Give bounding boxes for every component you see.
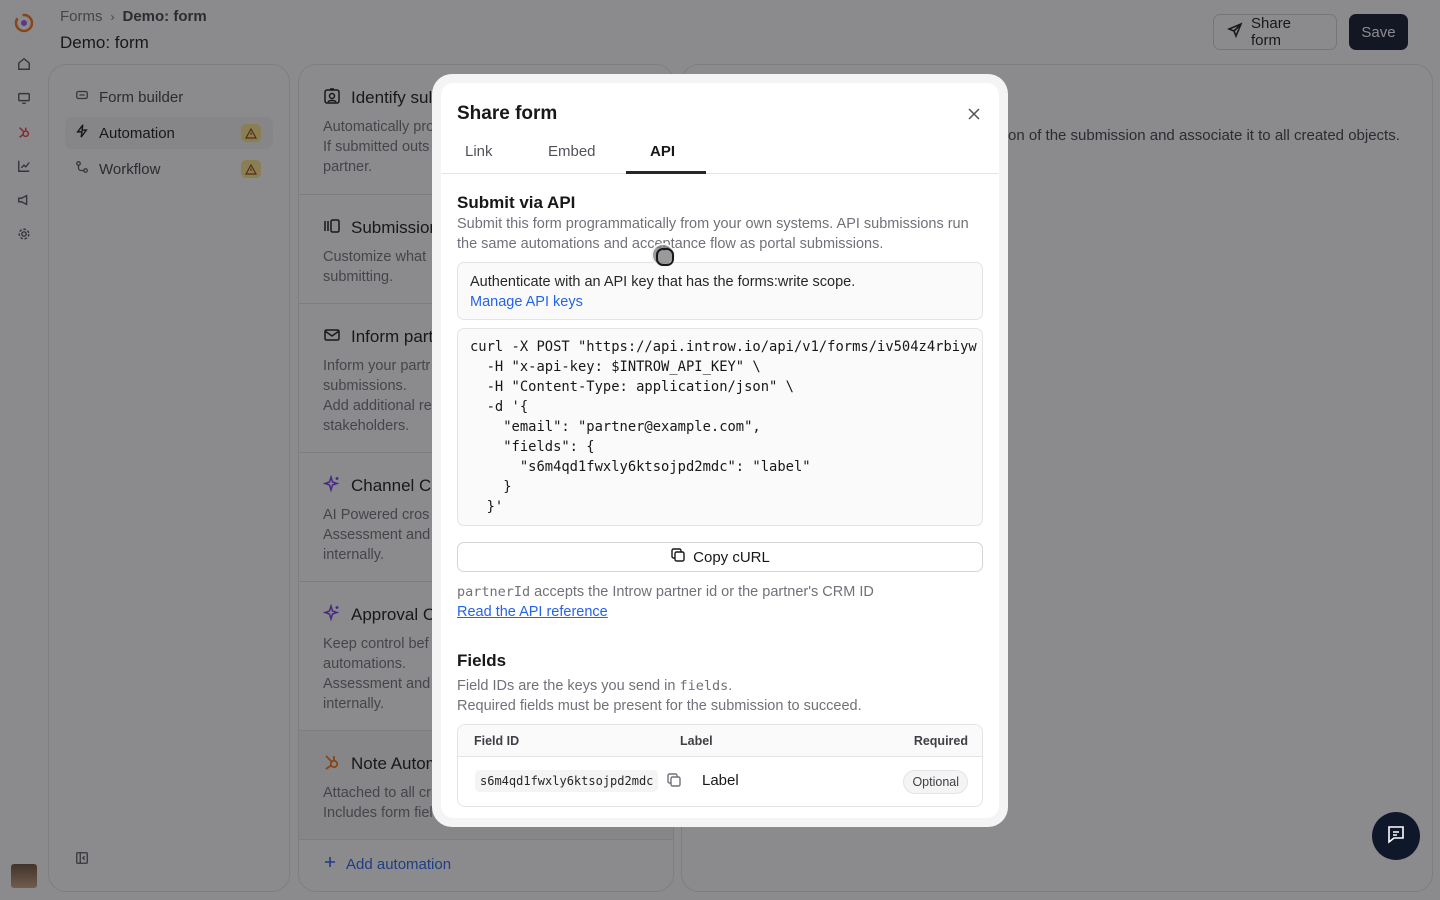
copy-icon[interactable] (666, 772, 682, 793)
curl-code-block[interactable]: curl -X POST "https://api.introw.io/api/… (457, 328, 983, 526)
mouse-cursor (651, 243, 675, 267)
copy-curl-label: Copy cURL (693, 548, 770, 566)
fields-desc-required: Required fields must be present for the … (457, 698, 862, 714)
fields-table: Field ID Label Required s6m4qd1fwxly6kts… (457, 724, 983, 807)
column-header-field-id: Field ID (474, 734, 520, 748)
column-header-label: Label (680, 734, 713, 748)
field-label-value: Label (702, 772, 739, 789)
partner-id-text: accepts the Introw partner id or the par… (530, 584, 874, 600)
submit-api-title: Submit via API (457, 193, 576, 212)
fields-title: Fields (457, 651, 507, 670)
copy-curl-button[interactable]: Copy cURL (457, 542, 983, 572)
partner-id-note: partnerId accepts the Introw partner id … (457, 584, 874, 600)
manage-api-keys-link[interactable]: Manage API keys (470, 292, 970, 312)
fields-description: Field IDs are the keys you send in field… (457, 676, 977, 716)
app-shell: Forms › Demo: form Demo: form Share form… (0, 0, 1440, 900)
fields-desc-text: Field IDs are the keys you send in (457, 678, 680, 694)
modal-title: Share form (457, 103, 558, 124)
tab-link[interactable]: Link (465, 143, 493, 174)
auth-text: Authenticate with an API key that has th… (470, 274, 856, 290)
curl-code: curl -X POST "https://api.introw.io/api/… (470, 339, 977, 515)
fields-desc-code: fields (679, 678, 729, 694)
table-header: Field ID Label Required (458, 725, 982, 757)
required-badge: Optional (903, 770, 968, 794)
close-icon[interactable] (965, 105, 983, 123)
api-reference-link[interactable]: Read the API reference (457, 604, 608, 620)
column-header-required: Required (913, 734, 968, 748)
fields-desc-end: . (728, 678, 733, 694)
chat-launcher-button[interactable] (1372, 812, 1420, 860)
modal-tabs: Link Embed API (441, 139, 999, 174)
tab-api[interactable]: API (626, 143, 706, 174)
submit-api-description: Submit this form programmatically from y… (457, 216, 969, 252)
copy-icon (670, 547, 686, 567)
table-row: s6m4qd1fwxly6ktsojpd2mdc Label Optional (458, 758, 982, 806)
tab-embed[interactable]: Embed (548, 143, 596, 174)
field-id-value: s6m4qd1fwxly6ktsojpd2mdc (475, 770, 659, 792)
partner-id-code: partnerId (457, 584, 531, 600)
auth-info-box: Authenticate with an API key that has th… (457, 262, 983, 320)
share-form-modal: Share form Link Embed API Submit via API… (441, 83, 999, 818)
chat-icon (1385, 823, 1407, 850)
